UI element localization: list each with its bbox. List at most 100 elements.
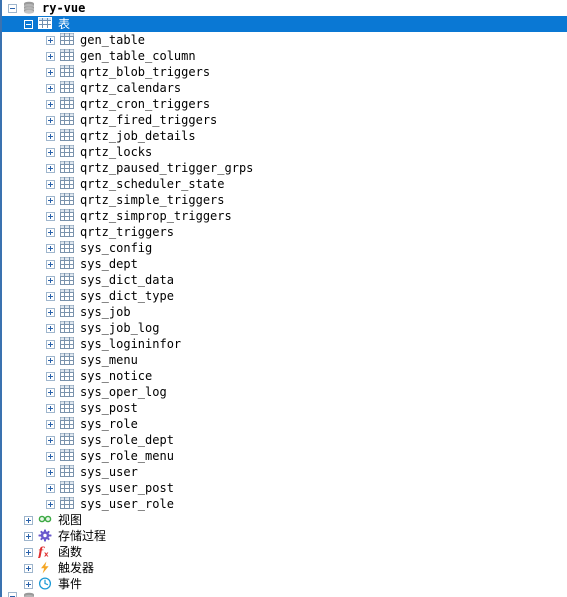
table-list-item[interactable]: qrtz_cron_triggers (2, 96, 567, 112)
table-list-item[interactable]: sys_menu (2, 352, 567, 368)
table-list-item[interactable]: sys_oper_log (2, 384, 567, 400)
expand-expander-table[interactable] (46, 339, 55, 349)
expand-expander-table[interactable] (46, 35, 55, 45)
table-list-item[interactable]: sys_job_log (2, 320, 567, 336)
expand-expander-table[interactable] (46, 259, 55, 269)
table-name-label: sys_user_post (80, 481, 174, 495)
expand-expander-table[interactable] (46, 387, 55, 397)
table-list-item[interactable]: sys_config (2, 240, 567, 256)
table-list-item[interactable]: sys_dict_data (2, 272, 567, 288)
collapse-expander-next-database[interactable] (8, 592, 17, 597)
table-list-item[interactable]: sys_user (2, 464, 567, 480)
table-icon (60, 417, 74, 431)
table-icon (60, 401, 74, 415)
expand-expander-category[interactable] (24, 563, 33, 573)
expand-expander-table[interactable] (46, 147, 55, 157)
expand-expander-table[interactable] (46, 307, 55, 317)
table-list-item[interactable]: qrtz_scheduler_state (2, 176, 567, 192)
object-category-item[interactable]: f x 函数 (2, 544, 567, 560)
tree-node-next-database[interactable] (2, 592, 567, 597)
expand-expander-table[interactable] (46, 115, 55, 125)
expand-expander-table[interactable] (46, 243, 55, 253)
expand-expander-table[interactable] (46, 163, 55, 173)
table-list-item[interactable]: sys_notice (2, 368, 567, 384)
expand-expander-table[interactable] (46, 419, 55, 429)
table-list-item[interactable]: qrtz_locks (2, 144, 567, 160)
table-icon (60, 177, 74, 191)
table-icon (60, 241, 74, 255)
object-category-item[interactable]: 事件 (2, 576, 567, 592)
table-list-item[interactable]: sys_post (2, 400, 567, 416)
expand-expander-table[interactable] (46, 99, 55, 109)
table-list-item[interactable]: qrtz_blob_triggers (2, 64, 567, 80)
tree-node-label: 表 (58, 17, 71, 31)
collapse-expander-tables[interactable] (24, 19, 33, 29)
table-list-item[interactable]: sys_job (2, 304, 567, 320)
table-list-item[interactable]: sys_user_role (2, 496, 567, 512)
table-list-item[interactable]: qrtz_paused_trigger_grps (2, 160, 567, 176)
table-icon (60, 465, 74, 479)
expand-expander-table[interactable] (46, 131, 55, 141)
expand-expander-category[interactable] (24, 515, 33, 525)
expand-expander-table[interactable] (46, 67, 55, 77)
function-fx-icon: fx (38, 545, 52, 559)
object-category-item[interactable]: 视图 (2, 512, 567, 528)
expand-expander-table[interactable] (46, 227, 55, 237)
table-name-label: sys_dict_type (80, 289, 174, 303)
table-name-label: sys_user (80, 465, 138, 479)
table-name-label: sys_dept (80, 257, 138, 271)
expand-expander-table[interactable] (46, 467, 55, 477)
table-name-label: qrtz_locks (80, 145, 153, 159)
table-icon (60, 33, 74, 47)
table-list-item[interactable]: qrtz_simprop_triggers (2, 208, 567, 224)
object-category-label: 事件 (58, 577, 83, 591)
expand-expander-table[interactable] (46, 51, 55, 61)
table-list-item[interactable]: gen_table (2, 32, 567, 48)
expand-expander-table[interactable] (46, 323, 55, 333)
table-list-item[interactable]: sys_role_dept (2, 432, 567, 448)
expand-expander-table[interactable] (46, 179, 55, 189)
expand-expander-category[interactable] (24, 531, 33, 541)
table-name-label: qrtz_simprop_triggers (80, 209, 232, 223)
tree-node-root[interactable]: ry-vue (2, 0, 567, 16)
collapse-expander-root[interactable] (8, 3, 17, 13)
expand-expander-table[interactable] (46, 275, 55, 285)
table-list-item[interactable]: sys_role (2, 416, 567, 432)
table-list-item[interactable]: sys_dict_type (2, 288, 567, 304)
table-list-item[interactable]: qrtz_triggers (2, 224, 567, 240)
expand-expander-table[interactable] (46, 83, 55, 93)
table-icon (60, 433, 74, 447)
expand-expander-table[interactable] (46, 403, 55, 413)
table-list-item[interactable]: qrtz_job_details (2, 128, 567, 144)
expand-expander-table[interactable] (46, 483, 55, 493)
table-list-item[interactable]: qrtz_simple_triggers (2, 192, 567, 208)
expand-expander-table[interactable] (46, 435, 55, 445)
database-icon (22, 592, 36, 597)
table-list-item[interactable]: sys_logininfor (2, 336, 567, 352)
table-list-item[interactable]: sys_role_menu (2, 448, 567, 464)
table-name-label: sys_config (80, 241, 153, 255)
object-category-item[interactable]: 存储过程 (2, 528, 567, 544)
table-list-item[interactable]: gen_table_column (2, 48, 567, 64)
table-name-label: sys_post (80, 401, 138, 415)
table-icon (60, 257, 74, 271)
tree-node-tables[interactable]: 表 (2, 16, 567, 32)
expand-expander-table[interactable] (46, 195, 55, 205)
table-icon (60, 289, 74, 303)
table-name-label: sys_role (80, 417, 138, 431)
expand-expander-category[interactable] (24, 547, 33, 557)
object-category-item[interactable]: 触发器 (2, 560, 567, 576)
database-object-tree[interactable]: ry-vue 表 gen_table gen_table_column qrtz_b… (0, 0, 567, 597)
table-list-item[interactable]: qrtz_calendars (2, 80, 567, 96)
table-list-item[interactable]: sys_user_post (2, 480, 567, 496)
table-name-label: qrtz_triggers (80, 225, 174, 239)
expand-expander-category[interactable] (24, 579, 33, 589)
expand-expander-table[interactable] (46, 499, 55, 509)
table-list-item[interactable]: qrtz_fired_triggers (2, 112, 567, 128)
expand-expander-table[interactable] (46, 371, 55, 381)
table-list-item[interactable]: sys_dept (2, 256, 567, 272)
expand-expander-table[interactable] (46, 355, 55, 365)
expand-expander-table[interactable] (46, 451, 55, 461)
expand-expander-table[interactable] (46, 211, 55, 221)
expand-expander-table[interactable] (46, 291, 55, 301)
